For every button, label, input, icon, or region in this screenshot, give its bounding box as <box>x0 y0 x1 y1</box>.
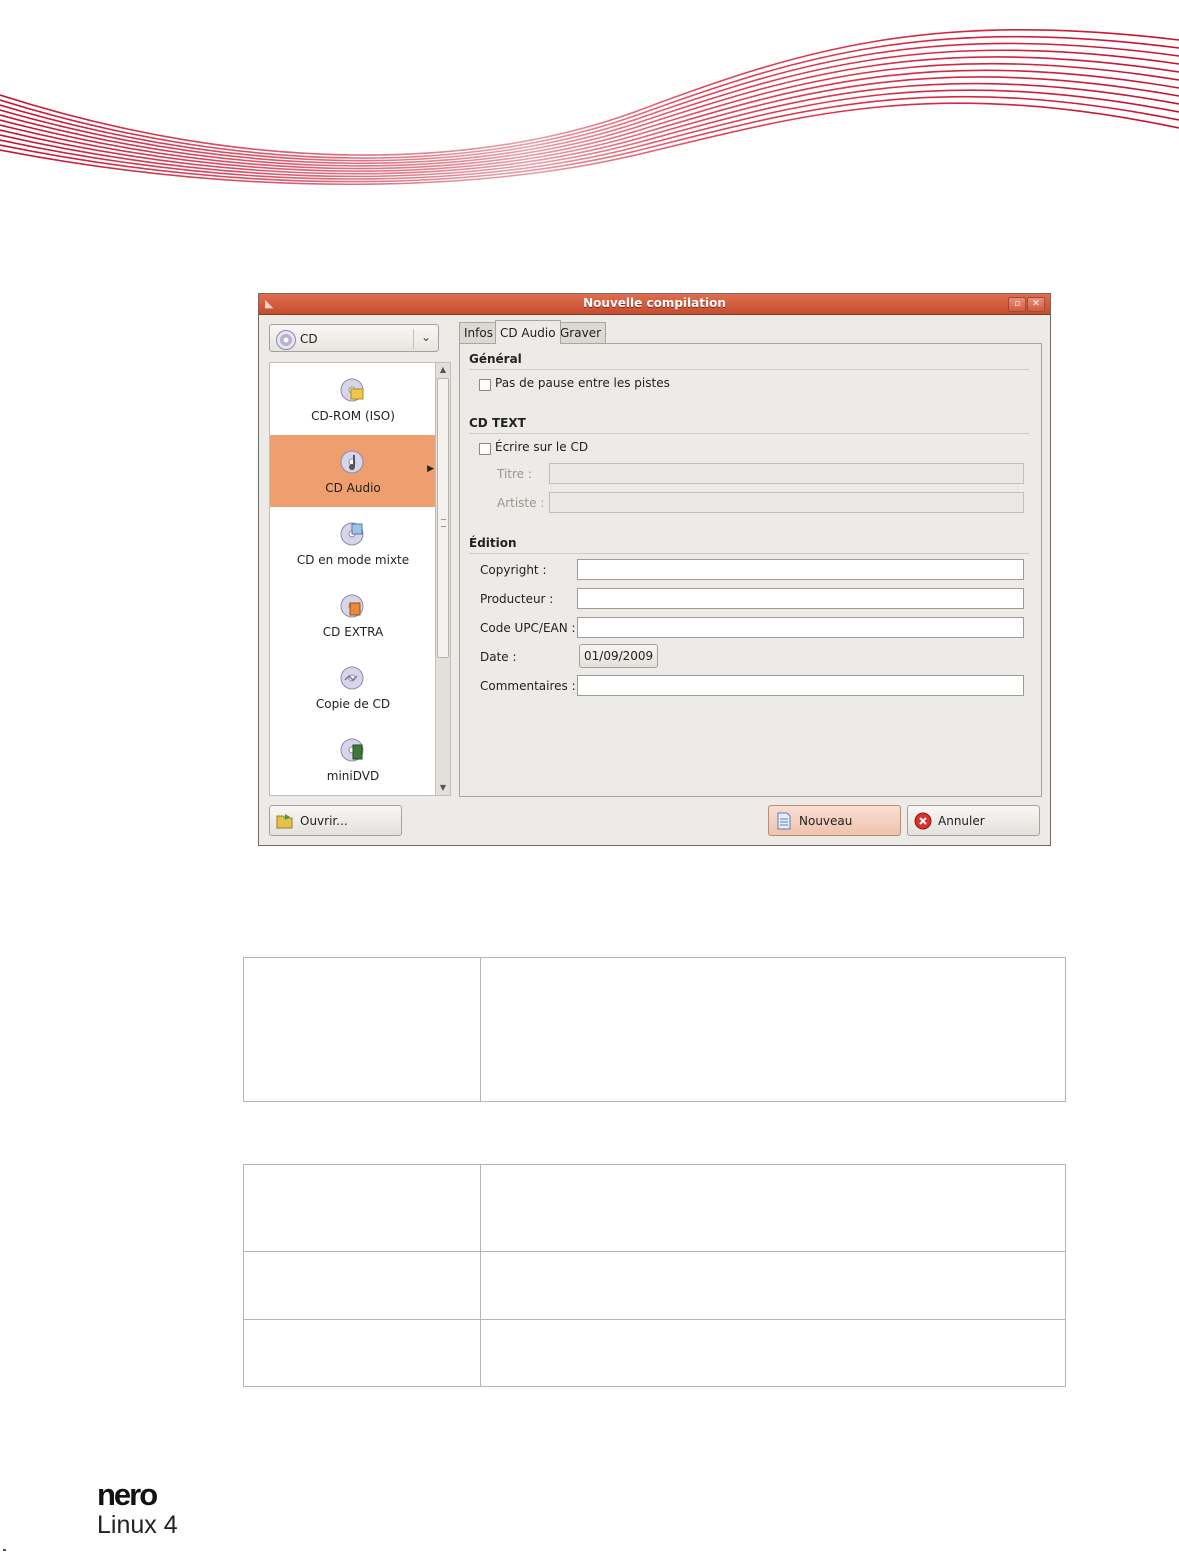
date-picker-button[interactable]: 01/09/2009 <box>579 644 659 668</box>
list-item-cd-audio[interactable]: CD Audio ▶ <box>270 435 435 507</box>
dialog-title: Nouvelle compilation <box>583 296 726 310</box>
combo-separator <box>413 329 414 349</box>
comments-label: Commentaires : <box>480 679 576 693</box>
column-divider <box>480 1252 481 1319</box>
artist-label: Artiste : <box>497 496 545 510</box>
list-scrollbar[interactable]: ▲ ▼ <box>435 362 451 796</box>
list-item-label: CD en mode mixte <box>296 553 410 567</box>
new-compilation-dialog: ◣ Nouvelle compilation ▫ ✕ CD ⌄ CD-ROM (… <box>258 293 1051 846</box>
upc-label: Code UPC/EAN : <box>480 621 576 635</box>
minimize-icon[interactable]: ▫ <box>1008 297 1026 312</box>
column-divider <box>480 958 481 1101</box>
title-field[interactable] <box>549 463 1024 484</box>
column-divider <box>480 1320 481 1386</box>
grip-icon <box>441 519 446 527</box>
no-pause-label: Pas de pause entre les pistes <box>495 376 670 390</box>
column-divider <box>480 1165 481 1251</box>
section-edition-heading: Édition <box>469 536 517 550</box>
section-divider <box>469 553 1029 554</box>
header-wave-graphic <box>0 29 1179 186</box>
artist-field[interactable] <box>549 492 1024 513</box>
product-name: Linux 4 <box>97 1511 178 1539</box>
tab-infos[interactable]: Infos <box>459 322 498 343</box>
tab-graver[interactable]: Graver <box>555 322 607 343</box>
cd-rom-iso-icon <box>340 378 364 402</box>
table-row <box>244 1165 1065 1252</box>
producer-label: Producteur : <box>480 592 554 606</box>
date-label: Date : <box>480 650 517 664</box>
disc-type-select[interactable]: CD ⌄ <box>269 324 439 352</box>
list-item-label: miniDVD <box>326 769 380 783</box>
title-label: Titre : <box>497 467 532 481</box>
cd-icon <box>276 330 296 350</box>
section-general-heading: Général <box>469 352 522 366</box>
list-item-cd-copy[interactable]: Copie de CD <box>270 651 435 723</box>
cancel-button[interactable]: Annuler <box>907 805 1040 836</box>
chevron-down-icon[interactable]: ⌄ <box>421 330 431 344</box>
upc-field[interactable] <box>577 617 1024 638</box>
minidvd-icon <box>340 738 364 762</box>
close-icon[interactable]: ✕ <box>1027 297 1045 312</box>
section-divider <box>469 433 1029 434</box>
write-cd-text-label: Écrire sur le CD <box>495 440 589 454</box>
description-table-1 <box>243 957 1066 1102</box>
dialog-titlebar[interactable]: ◣ Nouvelle compilation ▫ ✕ <box>259 294 1050 315</box>
producer-field[interactable] <box>577 588 1024 609</box>
page-mark <box>3 1549 6 1551</box>
comments-field[interactable] <box>577 675 1024 696</box>
section-divider <box>469 369 1029 370</box>
scroll-down-icon[interactable]: ▼ <box>437 782 449 794</box>
table-row <box>244 958 1065 1101</box>
compilation-type-list: CD-ROM (ISO) CD Audio ▶ CD en mode mixte… <box>269 362 435 796</box>
cancel-icon <box>914 812 932 830</box>
list-item-cd-extra[interactable]: CD EXTRA <box>270 579 435 651</box>
table-row <box>244 1252 1065 1320</box>
new-document-icon <box>777 812 791 830</box>
open-button-label: Ouvrir... <box>300 814 348 828</box>
selection-arrow-icon: ▶ <box>427 464 434 474</box>
list-item-cd-rom-iso[interactable]: CD-ROM (ISO) <box>270 363 435 435</box>
tab-cd-audio[interactable]: CD Audio <box>495 320 561 344</box>
disc-type-value: CD <box>300 332 318 346</box>
folder-open-icon <box>276 814 293 829</box>
nero-logo: nero Linux 4 <box>97 1477 178 1540</box>
open-button[interactable]: Ouvrir... <box>269 805 402 836</box>
cd-audio-icon <box>340 450 364 474</box>
section-cd-text-heading: CD TEXT <box>469 416 526 430</box>
new-button[interactable]: Nouveau <box>768 805 901 836</box>
table-row <box>244 1320 1065 1386</box>
scrollbar-thumb[interactable] <box>437 378 449 658</box>
description-table-2 <box>243 1164 1066 1387</box>
list-item-label: Copie de CD <box>315 697 391 711</box>
copyright-field[interactable] <box>577 559 1024 580</box>
write-cd-text-checkbox[interactable] <box>479 443 491 455</box>
cancel-button-label: Annuler <box>938 814 985 828</box>
list-item-minidvd[interactable]: miniDVD <box>270 723 435 795</box>
list-item-label: CD-ROM (ISO) <box>311 409 395 423</box>
cd-extra-icon <box>340 594 364 618</box>
copyright-label: Copyright : <box>480 563 547 577</box>
list-item-label: CD EXTRA <box>322 625 384 639</box>
list-item-label: CD Audio <box>325 481 381 495</box>
brand-name: nero <box>97 1477 158 1512</box>
cd-mixed-mode-icon <box>340 522 364 546</box>
cd-copy-icon <box>340 666 364 690</box>
scroll-up-icon[interactable]: ▲ <box>437 364 449 376</box>
list-item-cd-mixed-mode[interactable]: CD en mode mixte <box>270 507 435 579</box>
no-pause-checkbox[interactable] <box>479 379 491 391</box>
new-button-label: Nouveau <box>799 814 853 828</box>
